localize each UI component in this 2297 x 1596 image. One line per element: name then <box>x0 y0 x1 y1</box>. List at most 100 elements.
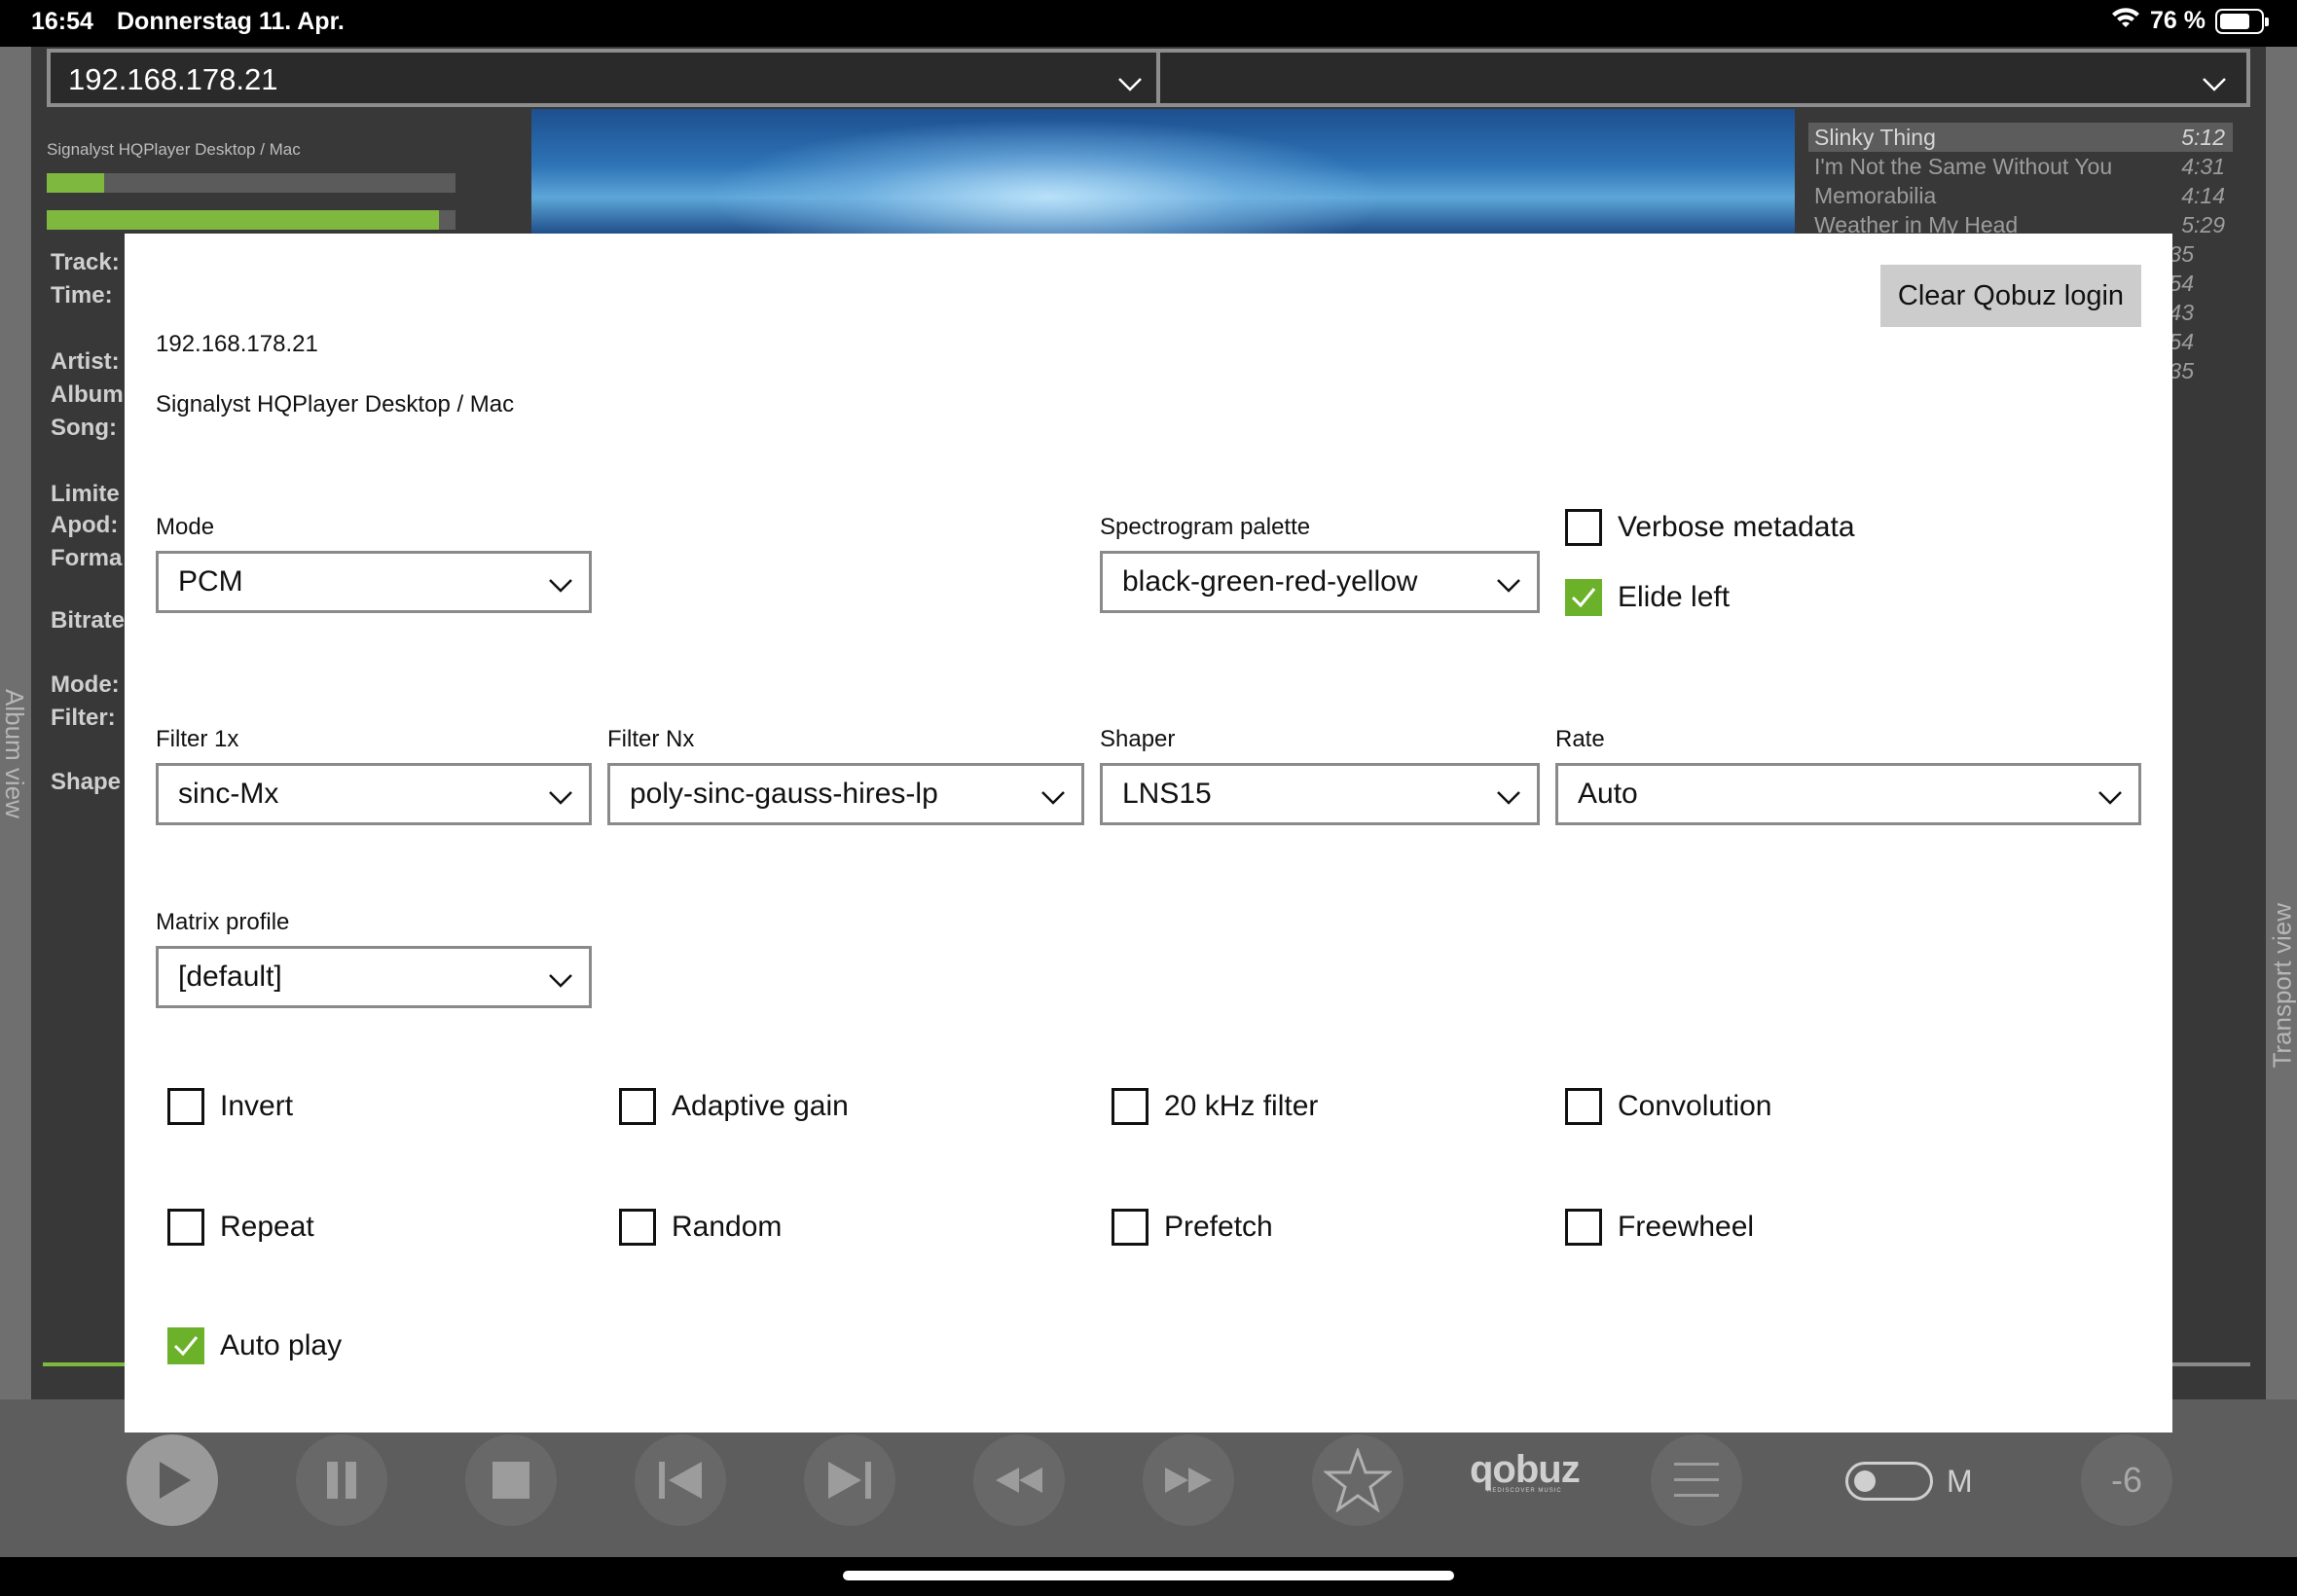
adaptive-gain-checkbox[interactable]: Adaptive gain <box>619 1088 849 1125</box>
filter1x-label: Filter 1x <box>156 726 239 752</box>
prefetch-checkbox[interactable]: Prefetch <box>1112 1209 1273 1246</box>
status-time: 16:54 <box>31 8 93 35</box>
filternx-select[interactable]: poly-sinc-gauss-hires-lp <box>607 763 1084 825</box>
freewheel-checkbox[interactable]: Freewheel <box>1565 1209 1754 1246</box>
info-label: Track: <box>51 249 120 275</box>
transport-view-tab[interactable]: Transport view <box>2266 47 2297 1399</box>
status-bar: 16:54 Donnerstag 11. Apr. 76 % <box>0 0 2297 47</box>
chevron-down-icon <box>2097 781 2123 815</box>
playlist-item[interactable]: Slinky Thing 5:12 <box>1808 123 2233 152</box>
playlist-item[interactable]: Memorabilia 4:14 <box>1808 181 2233 210</box>
info-label: Filter: <box>51 705 116 731</box>
play-button[interactable] <box>127 1434 218 1526</box>
rate-value: Auto <box>1578 778 1638 810</box>
palette-value: black-green-red-yellow <box>1122 565 1418 598</box>
checkbox-label: Auto play <box>220 1329 343 1361</box>
secondary-select[interactable] <box>1156 49 2250 107</box>
info-label: Album <box>51 381 124 408</box>
skip-back-icon <box>659 1462 702 1499</box>
level-meter-1 <box>47 173 456 193</box>
host-select[interactable]: 192.168.178.21 <box>47 49 1166 107</box>
checkbox-box <box>167 1088 204 1125</box>
playlist-duration: 43 <box>2169 300 2194 325</box>
mode-label: Mode <box>156 514 215 540</box>
qobuz-logo[interactable]: qobuz REDISCOVER MUSIC <box>1470 1448 1581 1494</box>
chevron-down-icon <box>548 569 573 602</box>
filternx-label: Filter Nx <box>607 726 695 752</box>
checkbox-box <box>1565 1088 1602 1125</box>
invert-checkbox[interactable]: Invert <box>167 1088 293 1125</box>
chevron-down-icon <box>1496 781 1521 815</box>
menu-button[interactable] <box>1651 1434 1742 1526</box>
checkbox-box <box>1112 1088 1148 1125</box>
chevron-down-icon <box>1117 66 1143 101</box>
dialog-device: Signalyst HQPlayer Desktop / Mac <box>156 391 515 417</box>
mode-toggle[interactable] <box>1845 1462 1933 1501</box>
rewind-button[interactable] <box>973 1434 1065 1526</box>
convolution-checkbox[interactable]: Convolution <box>1565 1088 1771 1125</box>
toggle-knob <box>1854 1470 1876 1492</box>
mode-value: PCM <box>178 565 243 598</box>
checkbox-box <box>1112 1209 1148 1246</box>
elide-left-checkbox[interactable]: Elide left <box>1565 579 1730 616</box>
checkbox-box <box>1565 1209 1602 1246</box>
checkbox-box <box>619 1088 656 1125</box>
checkbox-box <box>167 1209 204 1246</box>
info-label: Time: <box>51 282 113 308</box>
checkbox-label: Repeat <box>220 1211 314 1243</box>
verbose-metadata-checkbox[interactable]: Verbose metadata <box>1565 509 1855 546</box>
fast-forward-button[interactable] <box>1143 1434 1234 1526</box>
auto-play-checkbox[interactable]: Auto play <box>167 1327 342 1364</box>
level-meter-2 <box>47 210 456 230</box>
next-button[interactable] <box>804 1434 895 1526</box>
info-label: Forma <box>51 545 123 571</box>
playlist-item[interactable]: I'm Not the Same Without You 4:31 <box>1808 152 2233 181</box>
matrix-select[interactable]: [default] <box>156 946 592 1008</box>
info-label: Shape <box>51 769 122 795</box>
device-name: Signalyst HQPlayer Desktop / Mac <box>47 140 301 159</box>
stop-icon <box>492 1462 529 1499</box>
checkbox-label: Freewheel <box>1618 1211 1755 1243</box>
volume-button[interactable]: -6 <box>2081 1434 2172 1526</box>
playlist-duration: 35 <box>2169 358 2194 383</box>
stop-button[interactable] <box>465 1434 557 1526</box>
random-checkbox[interactable]: Random <box>619 1209 782 1246</box>
home-area <box>0 1557 2297 1596</box>
star-icon <box>1324 1448 1392 1512</box>
info-label: Mode: <box>51 671 120 698</box>
20khz-filter-checkbox[interactable]: 20 kHz filter <box>1112 1088 1318 1125</box>
checkbox-box <box>619 1209 656 1246</box>
favorite-button[interactable] <box>1312 1434 1404 1526</box>
pause-button[interactable] <box>296 1434 387 1526</box>
checkbox-box <box>1565 579 1602 616</box>
info-label: Limite <box>51 481 120 507</box>
palette-select[interactable]: black-green-red-yellow <box>1100 551 1540 613</box>
album-view-tab[interactable]: Album view <box>0 47 31 1399</box>
checkbox-label: Convolution <box>1618 1090 1772 1122</box>
checkbox-label: Adaptive gain <box>672 1090 849 1122</box>
wifi-icon <box>2111 6 2140 36</box>
previous-button[interactable] <box>635 1434 726 1526</box>
shaper-value: LNS15 <box>1122 778 1212 810</box>
mode-select[interactable]: PCM <box>156 551 592 613</box>
shaper-label: Shaper <box>1100 726 1176 752</box>
filternx-value: poly-sinc-gauss-hires-lp <box>630 778 938 810</box>
home-indicator[interactable] <box>843 1571 1454 1580</box>
screen: 16:54 Donnerstag 11. Apr. 76 % Album vie… <box>0 0 2297 1596</box>
matrix-label: Matrix profile <box>156 909 290 935</box>
checkbox-label: Random <box>672 1211 783 1243</box>
matrix-value: [default] <box>178 961 282 993</box>
checkmark-icon <box>173 1336 199 1357</box>
chevron-down-icon <box>1496 569 1521 602</box>
checkbox-label: Prefetch <box>1164 1211 1273 1243</box>
filter1x-select[interactable]: sinc-Mx <box>156 763 592 825</box>
rate-select[interactable]: Auto <box>1555 763 2141 825</box>
repeat-checkbox[interactable]: Repeat <box>167 1209 314 1246</box>
clear-qobuz-login-button[interactable]: Clear Qobuz login <box>1880 265 2141 327</box>
chevron-down-icon <box>2202 66 2227 101</box>
checkbox-box <box>1565 509 1602 546</box>
shaper-select[interactable]: LNS15 <box>1100 763 1540 825</box>
battery-icon <box>2215 8 2269 34</box>
info-label: Bitrate <box>51 607 126 634</box>
dialog-host: 192.168.178.21 <box>156 331 318 357</box>
